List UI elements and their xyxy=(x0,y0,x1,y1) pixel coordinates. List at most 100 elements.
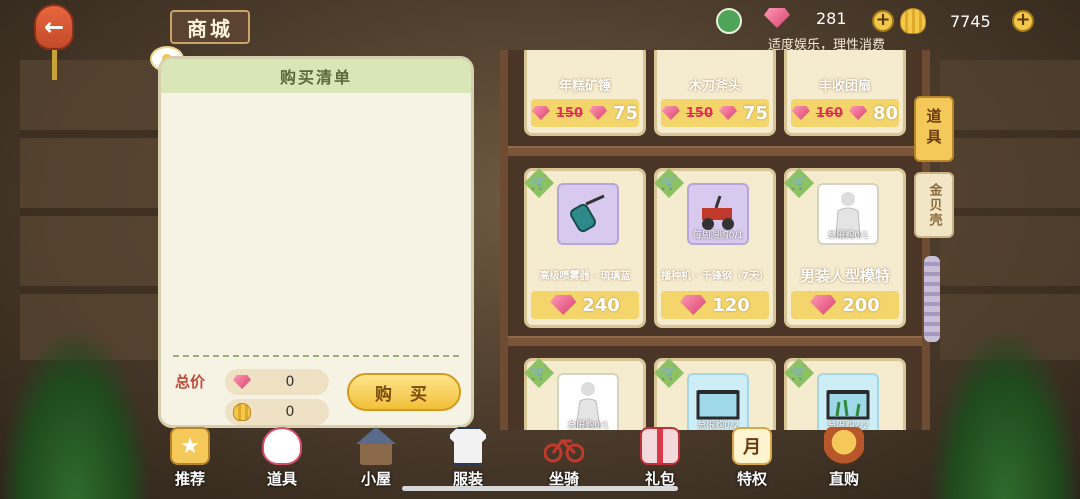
item-card[interactable]: 🛒 总限购2/2 xyxy=(784,358,906,430)
star-icon: ★ xyxy=(170,427,210,465)
gem-icon xyxy=(719,106,738,120)
item-card[interactable]: 🛒 总限购0/1 xyxy=(524,358,646,430)
gem-total-row: 0 xyxy=(225,369,329,395)
aquarium-thumbnail: 总限购0/2 xyxy=(687,373,749,430)
item-name: 丰收团扇 xyxy=(818,79,871,94)
mannequin-thumbnail: 总限购0/1 xyxy=(817,183,879,245)
gem-icon xyxy=(531,106,550,120)
sale-price: 80 xyxy=(873,102,899,124)
nav-label: 特权 xyxy=(736,470,767,488)
nav-mount[interactable]: 坐骑 xyxy=(524,427,604,489)
add-gems-button[interactable]: + xyxy=(872,10,894,32)
item-shelf: 年糕矿锤 150 75 木刀斧头 150 75 丰收团扇 160 80 🛒 高级… xyxy=(500,50,930,430)
green-token-icon[interactable] xyxy=(716,8,742,34)
cart-icon[interactable]: 🛒 xyxy=(654,358,684,388)
cart-icon[interactable]: 🛒 xyxy=(784,358,814,388)
shelf-board xyxy=(508,146,922,156)
item-card[interactable]: 🛒 每周限购0/1 播种机 · 千锋钢（7天） 120 xyxy=(654,168,776,328)
total-label: 总价 xyxy=(175,373,206,391)
sale-price: 200 xyxy=(842,294,880,316)
gem-count: 281 xyxy=(816,8,847,28)
nav-gift-pack[interactable]: 礼包 xyxy=(620,427,700,489)
nav-recommend[interactable]: ★ 推荐 xyxy=(150,427,230,489)
item-price: 120 xyxy=(661,291,769,319)
purchase-limit: 每周限购0/1 xyxy=(692,231,744,241)
shell-total-row: 0 xyxy=(225,399,329,425)
nav-cabin[interactable]: 小屋 xyxy=(336,427,416,489)
nav-direct-buy[interactable]: 直购 xyxy=(804,427,884,489)
aquarium-thumbnail: 总限购2/2 xyxy=(817,373,879,430)
purchase-list-panel: 购买清单 总价 0 0 购 买 xyxy=(158,56,474,428)
nav-label: 推荐 xyxy=(174,470,205,488)
purchase-limit: 总限购0/1 xyxy=(827,231,869,241)
shell-total-value: 0 xyxy=(285,404,295,420)
add-shells-button[interactable]: + xyxy=(1012,10,1034,32)
shell-icon xyxy=(233,403,251,421)
item-price: 150 75 xyxy=(661,99,769,127)
old-price: 150 xyxy=(555,105,584,121)
divider xyxy=(173,355,459,357)
nav-label: 道具 xyxy=(266,470,297,488)
item-card[interactable]: 🛒 总限购0/1 男装人型模特 200 xyxy=(784,168,906,328)
gem-icon xyxy=(550,295,577,315)
back-button[interactable]: ← xyxy=(34,4,74,50)
gift-icon xyxy=(640,427,680,465)
buy-button[interactable]: 购 买 xyxy=(347,373,461,411)
gem-icon xyxy=(810,295,837,315)
item-card[interactable]: 丰收团扇 160 80 xyxy=(784,50,906,136)
cart-icon[interactable]: 🛒 xyxy=(784,168,814,198)
item-card[interactable]: 🛒 总限购0/2 xyxy=(654,358,776,430)
shell-counter: 7745 xyxy=(900,8,991,34)
aquarium-icon xyxy=(696,390,740,420)
page-title: 商城 xyxy=(170,10,250,44)
gem-counter: 281 xyxy=(764,8,847,28)
nav-props[interactable]: 道具 xyxy=(242,427,322,489)
tab-props[interactable]: 道具 xyxy=(914,96,954,162)
item-name: 高级喷雾器 · 琉璃蓝 xyxy=(539,271,631,282)
item-name: 男装人型模特 xyxy=(799,267,890,285)
item-price: 240 xyxy=(531,291,639,319)
wind-chime-decoration xyxy=(924,256,940,342)
gem-icon xyxy=(589,106,608,120)
item-name: 木刀斧头 xyxy=(688,79,741,94)
cart-icon[interactable]: 🛒 xyxy=(524,168,554,198)
item-card[interactable]: 木刀斧头 150 75 xyxy=(654,50,776,136)
nav-privilege[interactable]: 月 特权 xyxy=(712,427,792,489)
nav-clothing[interactable]: 服装 xyxy=(428,427,508,489)
gem-icon xyxy=(680,295,707,315)
old-price: 160 xyxy=(815,105,844,121)
arrow-left-icon: ← xyxy=(43,13,65,41)
item-price: 200 xyxy=(791,291,899,319)
item-price: 150 75 xyxy=(531,99,639,127)
sale-price: 75 xyxy=(743,102,769,124)
shirt-icon xyxy=(448,427,488,465)
shell-count: 7745 xyxy=(950,11,991,31)
sale-price: 240 xyxy=(582,294,620,316)
cart-icon[interactable]: 🛒 xyxy=(524,358,554,388)
sprayer-thumbnail xyxy=(557,183,619,245)
mannequin-thumbnail: 总限购0/1 xyxy=(557,373,619,430)
item-card[interactable]: 年糕矿锤 150 75 xyxy=(524,50,646,136)
tab-gold-shells[interactable]: 金贝壳 xyxy=(914,172,954,238)
gem-icon xyxy=(849,106,868,120)
sale-price: 75 xyxy=(613,102,639,124)
gem-icon xyxy=(764,8,790,28)
sale-price: 120 xyxy=(712,294,750,316)
shell-icon xyxy=(900,8,926,34)
background-shelf-right xyxy=(940,60,1080,360)
aquarium-plants-icon xyxy=(826,390,870,420)
gem-total-value: 0 xyxy=(285,374,295,390)
item-card[interactable]: 🛒 高级喷雾器 · 琉璃蓝 240 xyxy=(524,168,646,328)
gem-icon xyxy=(233,375,251,389)
item-name: 年糕矿锤 xyxy=(558,79,611,94)
monthly-card-icon: 月 xyxy=(732,427,772,465)
gem-icon xyxy=(791,106,810,120)
money-bag-icon xyxy=(824,427,864,465)
bicycle-icon xyxy=(543,427,585,465)
home-indicator xyxy=(402,486,678,491)
background-shelf-left xyxy=(20,60,170,360)
cart-icon[interactable]: 🛒 xyxy=(654,168,684,198)
bottom-nav: ★ 推荐 道具 小屋 服装 坐骑 礼包 月 特权 直购 xyxy=(0,427,1080,499)
sprayer-icon xyxy=(570,194,605,233)
old-price: 150 xyxy=(685,105,714,121)
